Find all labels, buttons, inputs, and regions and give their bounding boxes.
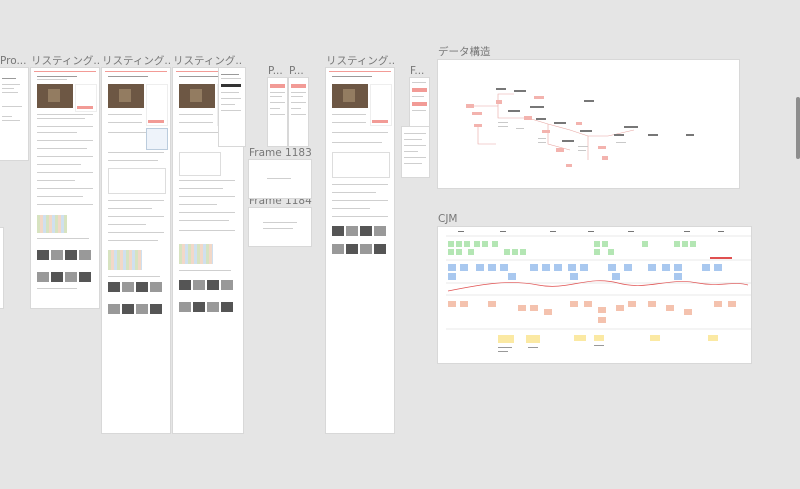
frame-cjm[interactable] [438,227,751,363]
frame-p-2[interactable] [289,78,308,146]
frame-label-f[interactable]: F... [410,65,430,78]
frame-label-listing-2[interactable]: リスティング... [102,55,172,68]
cjm-board [446,231,751,352]
frame-label-data-structure[interactable]: データ構造 [438,46,491,59]
frame-listing-1[interactable] [31,68,99,308]
frame-offscreen-left[interactable] [0,228,3,308]
frame-data-structure[interactable] [438,60,739,188]
listing-photo [37,84,73,108]
frame-label-listing-4[interactable]: リスティング... [326,55,396,68]
frame-f-sub[interactable] [402,127,429,177]
frame-label-cjm[interactable]: CJM [438,213,458,226]
frame-label-p-1[interactable]: P... [268,65,288,78]
listing-photo [108,84,144,108]
frame-label-listing-3[interactable]: リスティング... [173,55,243,68]
listing-photo [332,84,368,108]
frame-1183[interactable] [249,160,311,198]
design-canvas[interactable]: Pro... リスティング... リスティング... リスティング... P..… [0,0,800,489]
frame-listing-2[interactable] [102,68,170,433]
frame-p-1[interactable] [268,78,287,146]
canvas-scrollbar[interactable] [796,97,800,159]
frame-label-p-2[interactable]: P... [289,65,309,78]
frame-f[interactable] [410,78,429,126]
data-structure-diagram [466,88,694,167]
frame-label-pro[interactable]: Pro... [0,55,27,68]
frame-label-listing-1[interactable]: リスティング... [31,55,101,68]
frame-listing-4[interactable] [326,68,394,433]
frame-pro[interactable] [0,68,28,160]
frame-label-frame-1183[interactable]: Frame 1183 [249,147,312,160]
listing-photo [179,84,215,108]
frame-small-1[interactable] [219,68,245,146]
frame-1184[interactable] [249,208,311,246]
